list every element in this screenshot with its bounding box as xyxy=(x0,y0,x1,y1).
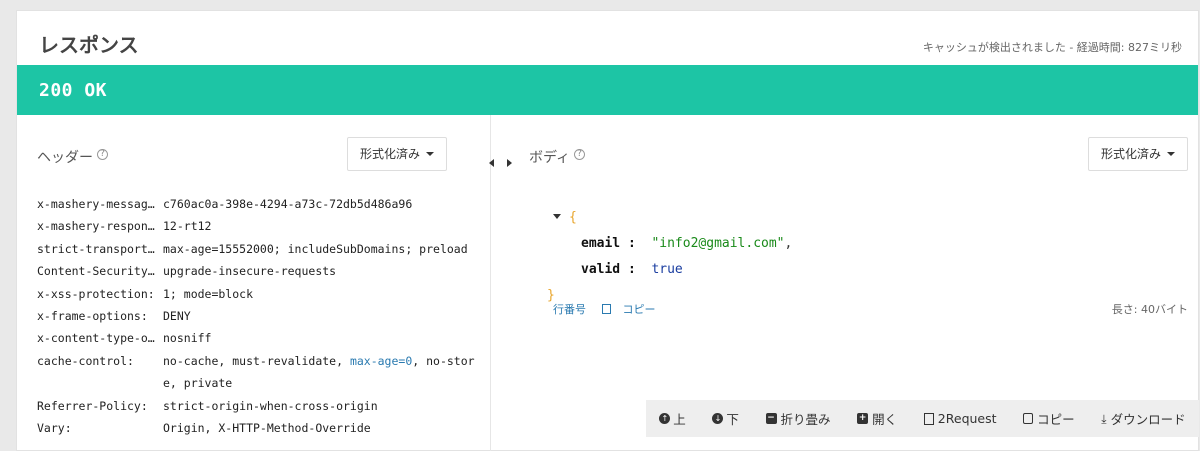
header-value: strict-origin-when-cross-origin xyxy=(163,398,378,413)
header-row: Content-Security… upgrade-insecure-reque… xyxy=(37,260,487,282)
header-value: upgrade-insecure-requests xyxy=(163,264,337,279)
json-open-line: { xyxy=(553,205,792,231)
header-row: x-xss-protection: 1; mode=block xyxy=(37,283,487,305)
header-value: 1; mode=block xyxy=(163,286,254,301)
page-title: レスポンス xyxy=(39,33,139,57)
body-format-dropdown[interactable]: 形式化済み xyxy=(1087,137,1188,171)
header-value: DENY xyxy=(163,309,191,324)
line-numbers-link[interactable]: 行番号 xyxy=(553,303,586,316)
collapse-button[interactable]: − 折り畳み xyxy=(765,409,831,428)
download-button[interactable]: ⤓ ダウンロード xyxy=(1101,409,1185,428)
json-viewer: { email : "info2@gmail.com", valid : tru… xyxy=(547,205,793,309)
header-value-highlight: max-age=0 xyxy=(349,353,413,368)
response-toolbar: ↑ 上 ↓ 下 − 折り畳み + 開く 2Request コピー ⤓ ダウンロード xyxy=(646,400,1199,437)
header-row: Vary: Origin, X-HTTP-Method-Override xyxy=(37,417,487,439)
header-key: strict-transport… xyxy=(37,241,155,256)
copy-button[interactable]: コピー xyxy=(1023,409,1075,428)
arrow-right-icon[interactable] xyxy=(507,159,512,167)
json-property-email: email : "info2@gmail.com", xyxy=(581,236,793,251)
header-key: Content-Security… xyxy=(37,264,155,279)
header-key: x-mashery-messag… xyxy=(37,197,155,211)
header-value: c760ac0a-398e-4294-a73c-72db5d486a96 xyxy=(163,197,413,211)
cache-status-text: キャッシュが検出されました - 経過時間: 827ミリ秒 xyxy=(922,41,1182,54)
response-panel: レスポンス キャッシュが検出されました - 経過時間: 827ミリ秒 200 O… xyxy=(16,10,1199,451)
status-code: 200 OK xyxy=(39,80,108,101)
header-key: cache-control: xyxy=(37,353,134,368)
header-key: x-mashery-respon… xyxy=(37,219,155,234)
header-value: Origin, X-HTTP-Method-Override xyxy=(163,421,371,436)
header-key: Referrer-Policy: xyxy=(37,398,148,413)
plus-square-icon: + xyxy=(857,413,869,424)
header-row: x-mashery-respon… 12-rt12 xyxy=(37,215,487,237)
copy-link[interactable]: コピー xyxy=(601,303,668,316)
copy-icon xyxy=(601,304,611,314)
help-icon[interactable]: ? xyxy=(574,149,586,160)
body-label: ボディ? xyxy=(529,147,586,167)
headers-table: x-mashery-messag… c760ac0a-398e-4294-a73… xyxy=(37,193,487,439)
header-key: x-frame-options: xyxy=(37,309,148,324)
headers-label: ヘッダー? xyxy=(37,147,108,167)
header-value: nosniff xyxy=(163,331,212,346)
down-button[interactable]: ↓ 下 xyxy=(712,409,739,428)
document-icon xyxy=(923,412,934,425)
body-length: 長さ: 40バイト xyxy=(1111,303,1188,316)
json-property-valid: valid : true xyxy=(581,262,683,277)
header-row: Referrer-Policy: strict-origin-when-cros… xyxy=(37,395,487,417)
header-row: x-mashery-messag… c760ac0a-398e-4294-a73… xyxy=(37,193,487,215)
header-row: x-frame-options: DENY xyxy=(37,305,487,327)
header-row: cache-control: no-cache, must-revalidate… xyxy=(37,350,487,395)
header-row: x-content-type-o… nosniff xyxy=(37,327,487,349)
status-bar: 200 OK xyxy=(17,65,1198,115)
caret-down-icon xyxy=(1167,152,1175,156)
help-icon[interactable]: ? xyxy=(97,149,108,160)
minus-square-icon: − xyxy=(765,413,777,424)
header-value: max-age=15552000; includeSubDomains; pre… xyxy=(163,241,468,256)
header-key: x-xss-protection: xyxy=(37,286,155,301)
arrow-up-icon: ↑ xyxy=(659,413,671,424)
pane-toggle-arrows xyxy=(483,155,525,173)
response-header: レスポンス キャッシュが検出されました - 経過時間: 827ミリ秒 xyxy=(17,11,1198,65)
headers-pane: ヘッダー? 形式化済み x-mashery-messag… c760ac0a-3… xyxy=(17,115,491,451)
header-value: 12-rt12 xyxy=(163,219,212,234)
up-button[interactable]: ↑ 上 xyxy=(659,409,686,428)
expand-button[interactable]: + 開く xyxy=(857,409,897,428)
copy-icon xyxy=(1023,413,1034,424)
arrow-down-icon: ↓ xyxy=(712,413,724,424)
collapse-toggle-icon[interactable] xyxy=(553,214,561,219)
header-row: strict-transport… max-age=15552000; incl… xyxy=(37,238,487,260)
header-key: Vary: xyxy=(37,421,72,436)
caret-down-icon xyxy=(426,152,435,156)
body-links: 行番号 コピー xyxy=(553,301,680,317)
download-icon: ⤓ xyxy=(1101,411,1107,426)
header-key: x-content-type-o… xyxy=(37,331,155,346)
arrow-left-icon[interactable] xyxy=(489,159,494,167)
header-value: no-cache, must-revalidate, max-age=0, no… xyxy=(163,353,475,391)
to-request-button[interactable]: 2Request xyxy=(923,411,997,426)
headers-format-dropdown[interactable]: 形式化済み xyxy=(347,137,448,171)
